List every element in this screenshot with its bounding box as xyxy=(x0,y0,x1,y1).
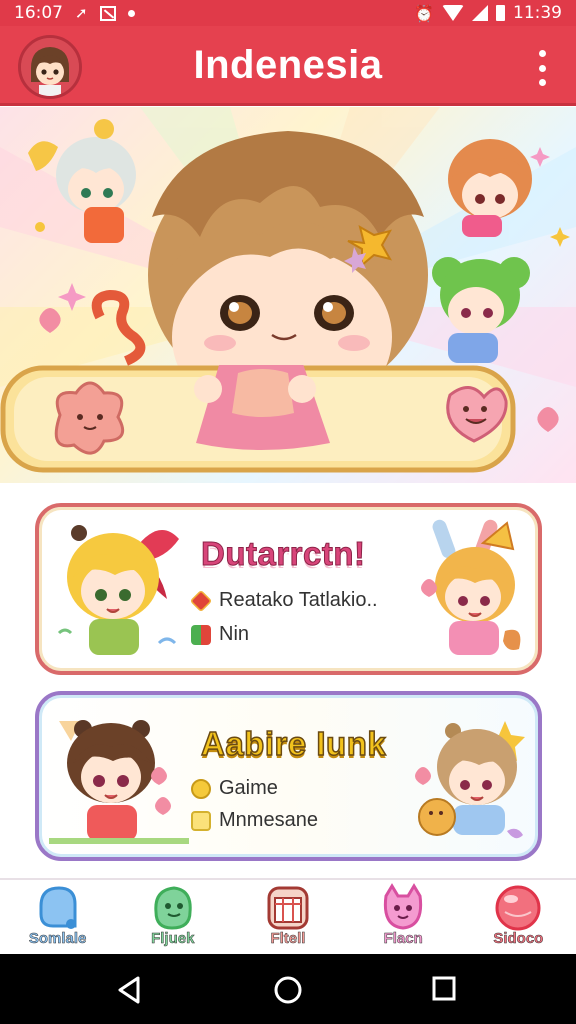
bottom-navigation: Somlale Fljuek Fltell Flacn Sidoco xyxy=(0,878,576,954)
nav-item-fljuek[interactable]: Fljuek xyxy=(115,880,230,956)
hero-pill-banner xyxy=(0,365,516,473)
signal-icon xyxy=(472,5,488,21)
more-options-icon[interactable] xyxy=(536,50,548,86)
home-icon[interactable] xyxy=(273,975,303,1005)
red-tag-icon xyxy=(189,589,213,612)
chibi-tan-hair xyxy=(415,721,525,839)
page-title: Indenesia xyxy=(193,43,383,87)
status-bar: 16:07 ➚ ⏰ 11:39 xyxy=(0,0,576,26)
nav-label-somlale: Somlale xyxy=(28,930,87,948)
card-1-line-1-text: Reatako Tatlakio.. xyxy=(219,589,378,611)
battery-icon xyxy=(496,5,505,21)
red-ball-icon xyxy=(495,885,541,931)
nav-label-fljuek: Fljuek xyxy=(151,930,195,948)
card-1-line-2: Nin xyxy=(191,623,249,646)
card-2-line-1: Gaime xyxy=(191,777,278,800)
pink-cat-icon xyxy=(384,883,423,930)
card-1-line-2-text: Nin xyxy=(219,623,250,645)
app-screen: 16:07 ➚ ⏰ 11:39 Indenesia Dutarrctn! Rea… xyxy=(0,0,576,1024)
card-2-line-2: Mnmesane xyxy=(191,809,318,832)
back-icon[interactable] xyxy=(116,975,144,1005)
nav-item-somlale[interactable]: Somlale xyxy=(0,880,115,956)
wifi-icon xyxy=(442,5,464,21)
navigation-arrow-icon: ➚ xyxy=(75,4,88,22)
app-bar: Indenesia xyxy=(0,26,576,106)
nav-label-flacn: Flacn xyxy=(383,930,423,948)
nav-label-fltell: Fltell xyxy=(270,930,306,948)
card-2-line-1-text: Gaime xyxy=(219,777,278,799)
green-blob-icon xyxy=(154,886,192,930)
chibi-brown-hair xyxy=(49,720,189,844)
nav-label-sidoco: Sidoco xyxy=(493,930,544,948)
nav-item-flacn[interactable]: Flacn xyxy=(346,880,461,956)
recent-apps-icon[interactable] xyxy=(431,975,457,1003)
card-2-line-2-text: Mnmesane xyxy=(219,809,318,831)
chibi-blonde-bunny xyxy=(421,519,521,655)
card-1-line-1: Reatako Tatlakio.. xyxy=(189,589,378,612)
nav-item-sidoco[interactable]: Sidoco xyxy=(461,880,576,956)
card-2-title: Aabire Iunk xyxy=(200,724,387,763)
building-icon xyxy=(267,886,309,930)
yellow-square-icon xyxy=(191,810,211,831)
alarm-icon: ⏰ xyxy=(414,3,434,23)
feature-card-1[interactable]: Dutarrctn! Reatako Tatlakio.. Nin xyxy=(35,503,542,675)
notification-dot-icon xyxy=(127,9,135,17)
feature-card-2[interactable]: Aabire Iunk Gaime Mnmesane xyxy=(35,691,542,861)
blue-chat-icon xyxy=(39,886,77,929)
chibi-blonde-bow xyxy=(57,525,179,655)
status-time: 16:07 xyxy=(14,3,63,23)
yellow-face-icon xyxy=(191,778,211,799)
hero-banner xyxy=(0,107,576,483)
nav-item-fltell[interactable]: Fltell xyxy=(230,880,345,956)
card-1-title: Dutarrctn! xyxy=(201,535,366,573)
system-navigation-bar xyxy=(0,954,576,1024)
green-box-icon xyxy=(191,624,211,645)
notification-box-icon xyxy=(99,5,116,21)
status-clock: 11:39 xyxy=(513,3,562,23)
